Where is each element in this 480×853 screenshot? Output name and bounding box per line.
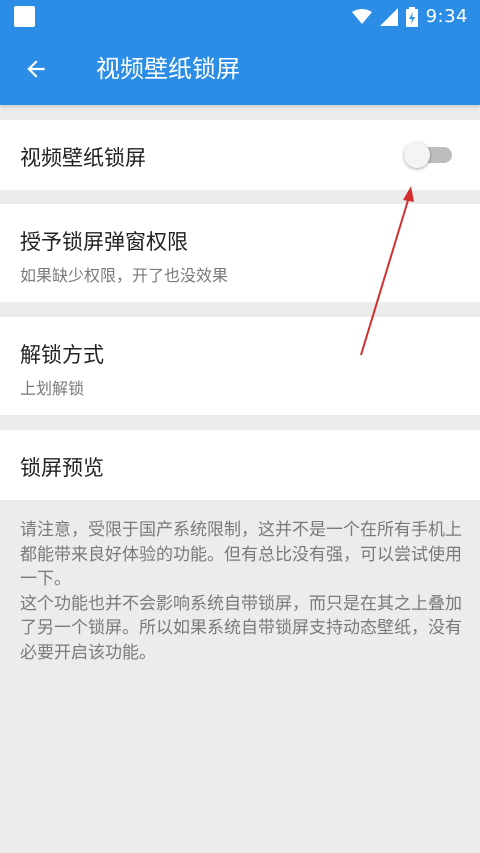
setting-title: 授予锁屏弹窗权限: [20, 230, 188, 254]
status-bar: 9:34: [0, 0, 480, 33]
page-title: 视频壁纸锁屏: [96, 55, 240, 83]
setting-video-wallpaper-lockscreen[interactable]: 视频壁纸锁屏: [0, 120, 480, 190]
setting-title: 视频壁纸锁屏: [20, 146, 146, 170]
status-icons: 9:34: [351, 0, 468, 33]
wifi-icon: [351, 8, 372, 24]
battery-charging-icon: [405, 6, 418, 27]
setting-title: 解锁方式: [20, 343, 104, 367]
setting-grant-permission[interactable]: 授予锁屏弹窗权限 如果缺少权限，开了也没效果: [0, 204, 480, 302]
back-button[interactable]: [20, 53, 52, 85]
toggle-knob: [404, 142, 430, 168]
clock: 9:34: [425, 6, 468, 27]
setting-unlock-method[interactable]: 解锁方式 上划解锁: [0, 317, 480, 415]
info-note: 请注意，受限于国产系统限制，这并不是一个在所有手机上都能带来良好体验的功能。但有…: [20, 520, 462, 663]
setting-subtitle: 上划解锁: [20, 379, 85, 398]
setting-title: 锁屏预览: [20, 456, 104, 480]
setting-lockscreen-preview[interactable]: 锁屏预览: [0, 430, 480, 500]
app-bar: 视频壁纸锁屏: [0, 33, 480, 105]
signal-icon: [379, 7, 398, 26]
video-wallpaper-toggle[interactable]: [404, 142, 452, 168]
arrow-left-icon: [27, 60, 45, 78]
setting-subtitle: 如果缺少权限，开了也没效果: [20, 266, 229, 285]
notification-icon: [14, 6, 35, 27]
